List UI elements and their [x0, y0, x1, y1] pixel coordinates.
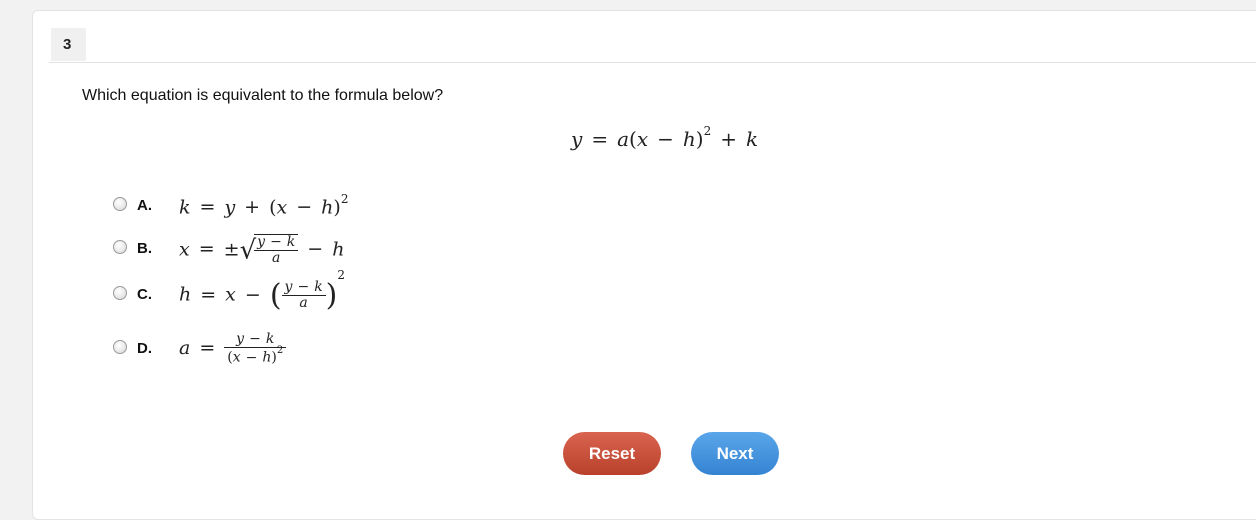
- choice-d-letter: D.: [137, 340, 152, 357]
- choice-d-radio[interactable]: [113, 340, 127, 354]
- choice-c-expression: h = x −(y − k a)2: [179, 268, 346, 313]
- choice-c-letter: C.: [137, 286, 152, 303]
- choice-d-expression: a = y − k (x − h)2: [179, 331, 287, 366]
- question-panel: 3 Which equation is equivalent to the fo…: [32, 10, 1256, 520]
- next-button[interactable]: Next: [691, 432, 779, 475]
- question-text: Which equation is equivalent to the form…: [82, 87, 444, 104]
- choice-a-expression: k = y + (x − h)2: [179, 192, 349, 219]
- sqrt-icon: √ y − k a: [240, 234, 299, 267]
- formula-y: y: [571, 127, 583, 151]
- header-divider: [49, 62, 1256, 63]
- choice-c-radio[interactable]: [113, 286, 127, 300]
- choice-a-letter: A.: [137, 197, 152, 214]
- question-number: 3: [51, 28, 86, 61]
- choice-b-letter: B.: [137, 240, 152, 257]
- reset-button[interactable]: Reset: [563, 432, 661, 475]
- choice-a-radio[interactable]: [113, 197, 127, 211]
- choice-b-radio[interactable]: [113, 240, 127, 254]
- choice-b-expression: x = ±√ y − k a − h: [179, 234, 345, 267]
- given-formula: y = a(x − h)2 + k: [571, 124, 759, 151]
